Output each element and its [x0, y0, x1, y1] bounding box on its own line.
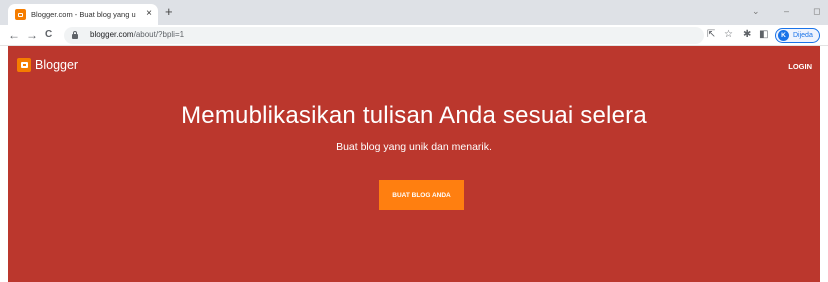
restore-button[interactable]: ◻ [813, 5, 820, 17]
lock-icon[interactable] [72, 31, 78, 39]
url-path: /about/?bpli=1 [133, 30, 185, 39]
tab-title: Blogger.com - Buat blog yang u [31, 10, 136, 19]
create-blog-button[interactable]: BUAT BLOG ANDA [379, 180, 464, 210]
login-link[interactable]: LOGIN [788, 62, 812, 71]
side-panel-icon[interactable]: ◧ [759, 28, 768, 42]
avatar: K [778, 30, 789, 41]
hero-section: Blogger LOGIN Memublikasikan tulisan And… [8, 46, 820, 282]
share-icon[interactable]: ⇱ [707, 28, 715, 42]
hero-headline: Memublikasikan tulisan Anda sesuai seler… [181, 102, 647, 129]
tab-strip: Blogger.com - Buat blog yang u × + ⌄ – ◻ [0, 0, 828, 25]
blogger-logo-icon [17, 58, 31, 72]
tab-search-icon[interactable]: ⌄ [752, 5, 760, 17]
hero-subheadline: Buat blog yang unik dan menarik. [336, 141, 492, 153]
back-button[interactable]: ← [8, 28, 20, 42]
browser-window: Blogger.com - Buat blog yang u × + ⌄ – ◻… [0, 0, 828, 282]
profile-button[interactable]: K Dijeda [775, 28, 820, 43]
blogger-logo[interactable]: Blogger [17, 58, 78, 72]
bookmark-star-icon[interactable]: ☆ [724, 28, 733, 42]
url-domain: blogger.com [90, 30, 134, 39]
url-text[interactable]: blogger.com/about/?bpli=1 [90, 30, 184, 39]
forward-button[interactable]: → [26, 28, 38, 42]
address-bar[interactable]: blogger.com/about/?bpli=1 [64, 27, 704, 44]
tab-blogger[interactable]: Blogger.com - Buat blog yang u × [8, 4, 158, 25]
minimize-button[interactable]: – [784, 5, 789, 17]
extensions-icon[interactable]: ✱ [743, 28, 751, 42]
browser-toolbar: ← → C blogger.com/about/?bpli=1 ⇱ ☆ ✱ ◧ … [0, 25, 828, 46]
blogger-favicon-icon [15, 9, 26, 20]
profile-name: Dijeda [793, 32, 813, 39]
reload-button[interactable]: C [45, 28, 52, 42]
new-tab-button[interactable]: + [165, 5, 173, 19]
logo-text: Blogger [35, 58, 79, 72]
tab-close-icon[interactable]: × [146, 8, 152, 20]
page-content: Blogger LOGIN Memublikasikan tulisan And… [0, 46, 828, 282]
